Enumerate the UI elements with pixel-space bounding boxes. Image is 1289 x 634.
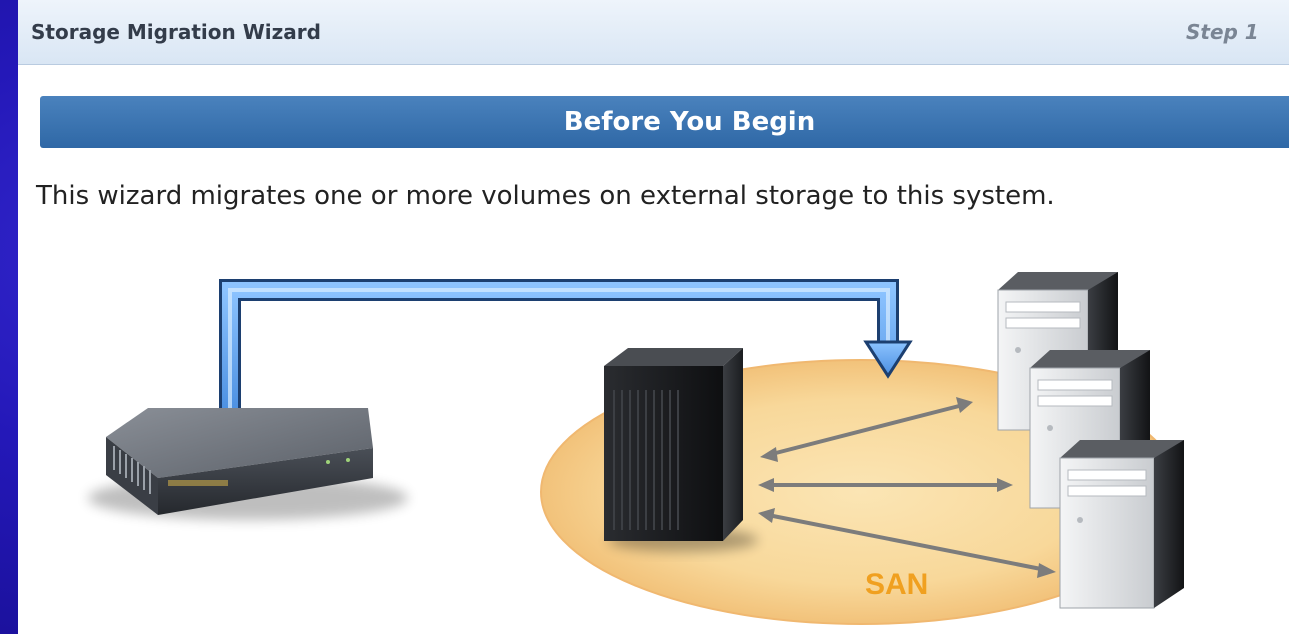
storage-system-icon <box>604 348 758 552</box>
san-label: SAN <box>865 568 928 601</box>
host-server-icon <box>1059 440 1184 609</box>
wizard-panel: Storage Migration Wizard Step 1 Before Y… <box>18 0 1289 634</box>
migration-diagram: SAN <box>88 272 1184 625</box>
external-storage-icon <box>88 408 408 520</box>
